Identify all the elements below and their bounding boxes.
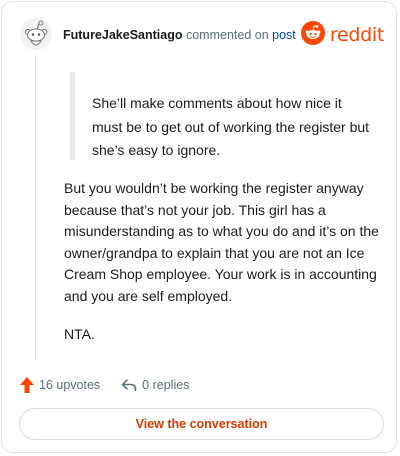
- thread-line: [35, 54, 36, 360]
- reply-arrow-icon: [121, 378, 137, 392]
- quoted-text: She’ll make comments about how nice it m…: [70, 72, 370, 160]
- byline: FutureJakeSantiago commented on post: [63, 28, 296, 42]
- reddit-logo[interactable]: reddit: [300, 20, 384, 50]
- upvote-button[interactable]: 16 upvotes: [20, 377, 100, 393]
- replies-button[interactable]: 0 replies: [121, 378, 189, 392]
- upvote-count: 16 upvotes: [39, 378, 101, 392]
- snoo-avatar-icon: [20, 18, 52, 50]
- comment-card: FutureJakeSantiago commented on post red…: [1, 1, 397, 453]
- comment-header: FutureJakeSantiago commented on post red…: [20, 16, 384, 56]
- comment-paragraph: NTA.: [64, 326, 95, 342]
- comment-actions: 16 upvotes 0 replies: [20, 375, 189, 395]
- reddit-logo-icon: [300, 20, 325, 50]
- comment-body: But you wouldn’t be working the register…: [64, 178, 380, 346]
- username-link[interactable]: FutureJakeSantiago: [63, 28, 182, 42]
- replies-count: 0 replies: [142, 378, 190, 392]
- upvote-arrow-icon: [20, 377, 34, 393]
- post-link[interactable]: post: [272, 28, 296, 42]
- comment-paragraph: But you wouldn’t be working the register…: [64, 180, 379, 304]
- commented-on-text: commented on: [185, 28, 269, 42]
- reddit-wordmark: reddit: [329, 24, 384, 46]
- view-conversation-button[interactable]: View the conversation: [19, 408, 384, 440]
